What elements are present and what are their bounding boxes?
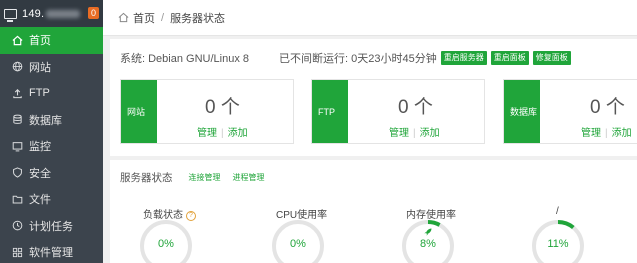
sidebar-item-label: 计划任务 [29,220,73,233]
card-actions: 管理 | 添加 [581,128,632,139]
breadcrumb: 首页 / 服务器状态 [103,0,637,36]
server-header[interactable]: 149. 0 [0,0,103,27]
system-panel: 系统: Debian GNU/Linux 8 已不间断运行: 0天23小时45分… [110,39,637,156]
sidebar-item-website[interactable]: 网站 [0,54,103,81]
monitor-icon [12,141,23,152]
card-tab-website: 网站 [121,80,157,143]
sidebar-item-label: 软件管理 [29,247,73,260]
website-manage-link[interactable]: 管理 [197,128,217,139]
status-header: 服务器状态 连接管理 进程管理 [120,170,265,185]
clock-icon [12,220,23,231]
home-icon [12,35,23,46]
server-status-panel: 服务器状态 连接管理 进程管理 负载状态? CPU使用率 内存使用率 / 0% … [110,160,637,263]
breadcrumb-separator: / [161,11,165,24]
sidebar: 149. 0 首页 网站 FTP 数据库 监控 安全 文件 计划任务 软件管理 [0,0,103,263]
system-info: 系统: Debian GNU/Linux 8 已不间断运行: 0天23小时45分… [120,50,571,66]
card-tab-ftp: FTP [312,80,348,143]
rocket-icon[interactable] [423,227,433,237]
folder-icon [12,194,23,205]
database-add-link[interactable]: 添加 [612,128,632,139]
globe-icon [12,61,23,72]
sidebar-item-label: 文件 [29,194,51,207]
sidebar-item-security[interactable]: 安全 [0,160,103,187]
sidebar-item-database[interactable]: 数据库 [0,107,103,134]
ftp-card: FTP 0 个 管理 | 添加 [311,79,485,144]
server-ip: 149. [22,7,45,20]
restart-panel-button[interactable]: 重启面板 [490,51,529,65]
sidebar-item-monitor[interactable]: 监控 [0,133,103,160]
home-icon [118,12,129,23]
disk-gauge[interactable]: 11% [530,218,586,263]
ftp-add-link[interactable]: 添加 [420,128,440,139]
notification-badge[interactable]: 0 [88,7,99,19]
sidebar-item-software[interactable]: 软件管理 [0,239,103,263]
sidebar-item-home[interactable]: 首页 [0,27,103,54]
website-card: 网站 0 个 管理 | 添加 [120,79,294,144]
sidebar-item-label: FTP [29,87,50,100]
sidebar-item-label: 网站 [29,61,51,74]
database-card: 数据库 0 个 管理 | 添加 [503,79,637,144]
process-manage-link[interactable]: 进程管理 [233,172,265,183]
sidebar-item-ftp[interactable]: FTP [0,80,103,107]
repair-panel-button[interactable]: 修复面板 [532,51,571,65]
website-count: 0 个 [205,97,240,118]
sidebar-item-cron[interactable]: 计划任务 [0,213,103,240]
upload-icon [12,88,23,99]
ip-redacted [46,9,81,18]
memory-value: 8% [420,238,436,250]
sidebar-item-label: 首页 [29,35,51,48]
shield-icon [12,167,23,178]
load-gauge[interactable]: 0% [138,218,194,263]
os-info: 系统: Debian GNU/Linux 8 [120,53,249,65]
disk-label: / [556,206,559,217]
database-manage-link[interactable]: 管理 [581,128,601,139]
load-value: 0% [158,238,174,250]
cpu-gauge[interactable]: 0% [270,218,326,263]
breadcrumb-home-link[interactable]: 首页 [133,10,155,26]
connection-manage-link[interactable]: 连接管理 [189,172,221,183]
restart-server-button[interactable]: 重启服务器 [440,51,487,65]
card-actions: 管理 | 添加 [197,128,248,139]
website-add-link[interactable]: 添加 [228,128,248,139]
sidebar-item-files[interactable]: 文件 [0,186,103,213]
sidebar-item-label: 监控 [29,141,51,154]
disk-value: 11% [547,238,569,250]
sidebar-item-label: 安全 [29,167,51,180]
memory-gauge[interactable]: 8% [400,218,456,263]
card-tab-database: 数据库 [504,80,540,143]
card-actions: 管理 | 添加 [389,128,440,139]
cpu-value: 0% [290,238,306,250]
monitor-icon [4,8,17,22]
ftp-manage-link[interactable]: 管理 [389,128,409,139]
database-count: 0 个 [590,97,625,118]
uptime-info: 已不间断运行: 0天23小时45分钟 [279,53,437,65]
sidebar-item-label: 数据库 [29,114,62,127]
database-icon [12,114,23,125]
breadcrumb-current: 服务器状态 [170,12,226,25]
status-title: 服务器状态 [120,172,173,184]
ftp-count: 0 个 [398,97,433,118]
grid-icon [12,247,23,258]
